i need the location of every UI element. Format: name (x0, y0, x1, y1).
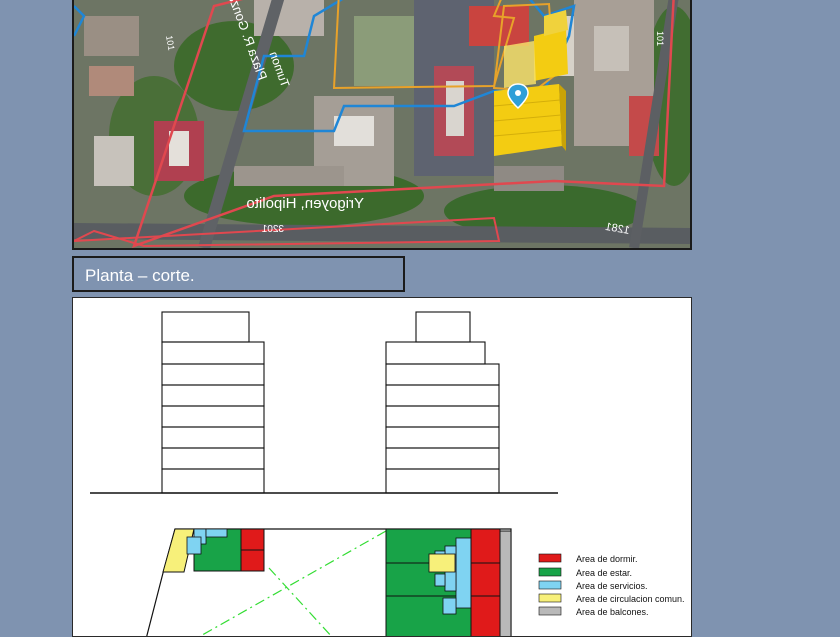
legend-label: Area de servicios. (576, 581, 648, 591)
caption-text: Planta – corte. (85, 266, 195, 285)
legend-item: Area de servicios. (538, 580, 648, 591)
legend-label: Area de dormir. (576, 554, 638, 564)
legend-label: Area de balcones. (576, 607, 649, 617)
aerial-photo: Yrigoyen, Hipolito Plaza R. Gonzalez Tum… (72, 0, 692, 250)
section-elevation-left (161, 311, 265, 494)
section-elevation-right (385, 311, 500, 494)
street-number: 3201 (261, 224, 284, 235)
legend-swatch-circulation (538, 593, 562, 603)
street-label: Yrigoyen, Hipolito (246, 195, 364, 212)
legend-item: Area de estar. (538, 567, 632, 578)
floor-plan (146, 528, 512, 636)
legend-swatch-sleep (538, 553, 562, 563)
legend-swatch-services (538, 580, 562, 590)
legend-swatch-balconies (538, 606, 562, 616)
legend-item: Area de dormir. (538, 553, 638, 564)
legend-label: Area de estar. (576, 568, 632, 578)
legend-label: Area de circulacion comun. (576, 594, 685, 604)
proposed-volume-secondary (534, 28, 568, 81)
architectural-drawing: Area de dormir. Area de estar. Area de s… (72, 297, 692, 637)
street-number: 101 (655, 31, 665, 46)
legend-item: Area de circulacion comun. (538, 593, 685, 604)
legend-swatch-living (538, 567, 562, 577)
caption-box: Planta – corte. (72, 256, 405, 292)
aerial-map-graphic: Yrigoyen, Hipolito Plaza R. Gonzalez Tum… (74, 0, 690, 248)
legend-item: Area de balcones. (538, 606, 649, 617)
legend: Area de dormir. Area de estar. Area de s… (538, 553, 685, 617)
drawing-canvas: Area de dormir. Area de estar. Area de s… (90, 311, 685, 636)
